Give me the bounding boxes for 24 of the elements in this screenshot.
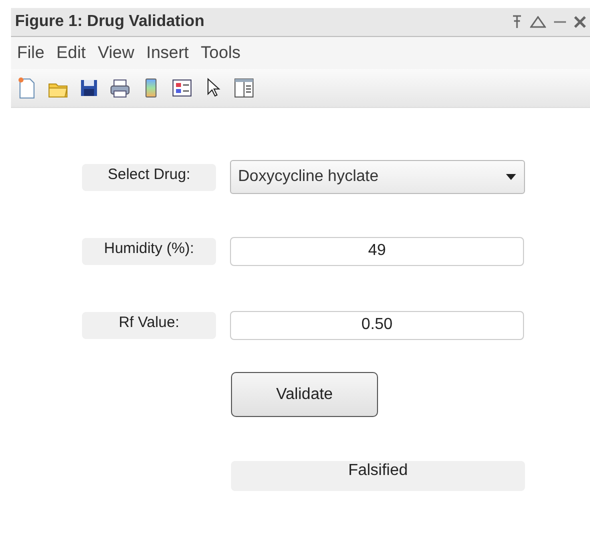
panel-icon[interactable] xyxy=(234,77,254,99)
field-label: Select Drug: xyxy=(82,164,216,190)
menu-item[interactable]: Tools xyxy=(200,43,242,63)
window-title: Figure 1: Drug Validation xyxy=(15,13,206,31)
legend-icon[interactable] xyxy=(172,77,192,99)
menu-item[interactable]: View xyxy=(96,43,136,63)
close-icon[interactable] xyxy=(574,16,586,28)
pin-icon[interactable] xyxy=(512,15,522,29)
save-icon[interactable] xyxy=(79,77,99,99)
print-icon[interactable] xyxy=(110,77,130,99)
menu-item[interactable]: Insert xyxy=(145,43,190,63)
input-field[interactable]: 0.50 xyxy=(230,310,524,340)
dock-icon[interactable] xyxy=(530,16,546,28)
caret-icon xyxy=(506,174,516,180)
drug-dropdown[interactable]: Doxycycline hyclate xyxy=(230,160,525,194)
validate-button[interactable]: Validate xyxy=(231,372,378,417)
new-file-icon[interactable] xyxy=(17,77,37,99)
field-label: Humidity (%): xyxy=(82,238,216,264)
menu-item[interactable]: Edit xyxy=(55,43,87,63)
menu-item[interactable]: File xyxy=(16,43,46,63)
result-text: Falsified xyxy=(231,461,525,491)
input-field[interactable]: 49 xyxy=(230,236,524,266)
minimize-icon[interactable] xyxy=(554,20,566,24)
field-label: Rf Value: xyxy=(82,312,216,338)
